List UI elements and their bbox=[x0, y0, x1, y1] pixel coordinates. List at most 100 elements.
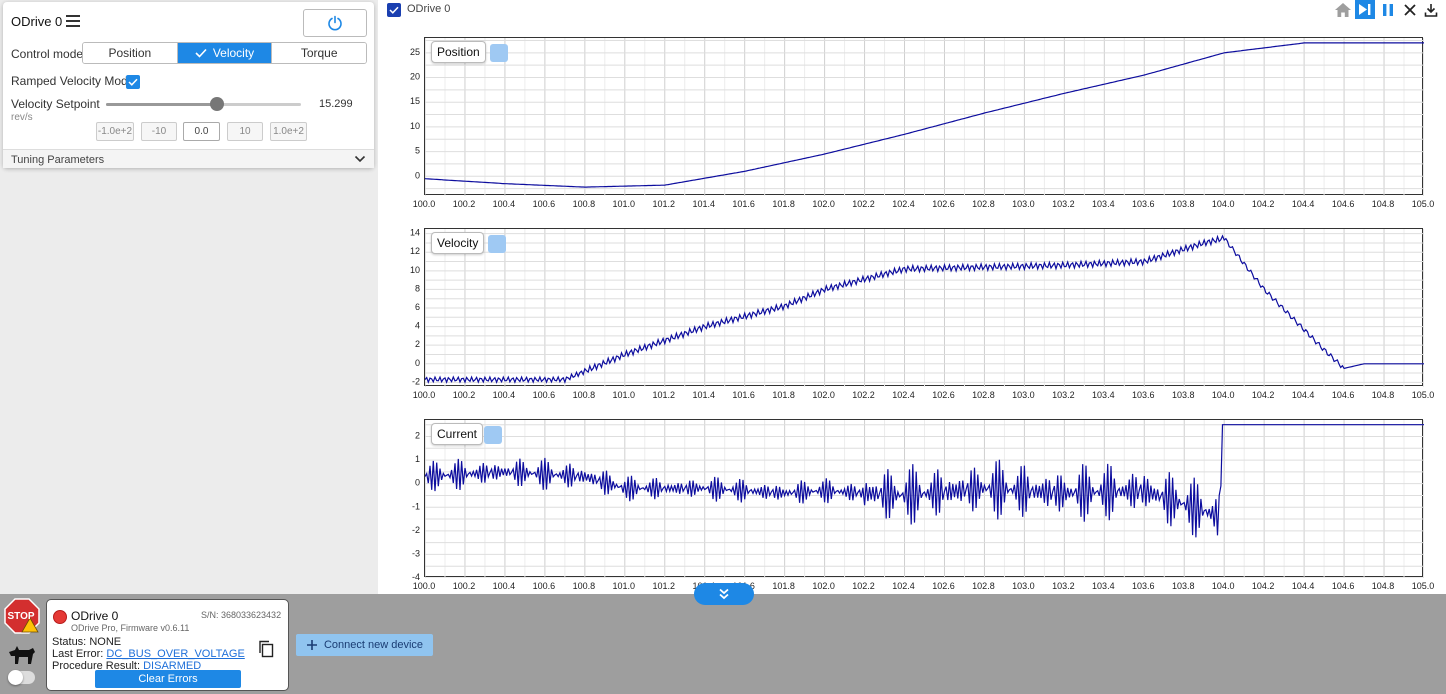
x-tick-label: 104.8 bbox=[1372, 581, 1395, 591]
y-tick-label: 14 bbox=[410, 228, 420, 238]
step-minus-10-button[interactable]: -10 bbox=[141, 122, 177, 141]
x-tick-label: 104.8 bbox=[1372, 390, 1395, 400]
velocity-chart-title: Velocity bbox=[431, 232, 485, 254]
power-button[interactable] bbox=[303, 9, 367, 37]
x-tick-label: 100.0 bbox=[413, 390, 436, 400]
x-tick-label: 103.2 bbox=[1052, 199, 1075, 209]
x-tick-label: 103.4 bbox=[1092, 199, 1115, 209]
plot-checkbox[interactable] bbox=[387, 3, 401, 17]
y-tick-label: 10 bbox=[410, 265, 420, 275]
autoscale-icon[interactable] bbox=[484, 426, 502, 444]
setpoint-label: Velocity Setpoint bbox=[11, 97, 100, 111]
stop-button[interactable]: STOP bbox=[4, 598, 40, 634]
double-chevron-down-icon bbox=[719, 588, 729, 600]
y-tick-label: -4 bbox=[412, 572, 420, 582]
x-tick-label: 101.8 bbox=[772, 581, 795, 591]
ramped-checkbox[interactable] bbox=[126, 75, 140, 89]
device-name: ODrive 0 bbox=[71, 609, 119, 623]
current-chart[interactable] bbox=[424, 419, 1424, 578]
power-icon bbox=[328, 15, 342, 31]
x-tick-label: 102.4 bbox=[892, 199, 915, 209]
control-mode-label: Control mode bbox=[11, 47, 84, 61]
step-plus-100-button[interactable]: 1.0e+2 bbox=[270, 122, 307, 141]
autoscale-icon[interactable] bbox=[490, 44, 508, 62]
x-tick-label: 102.2 bbox=[852, 390, 875, 400]
x-tick-label: 100.4 bbox=[493, 199, 516, 209]
device-card: ODrive 0 S/N: 368033623432 ODrive Pro, F… bbox=[46, 599, 289, 691]
collapse-panel-button[interactable] bbox=[694, 583, 754, 605]
copy-icon[interactable] bbox=[258, 640, 274, 661]
step-minus-100-button[interactable]: -1.0e+2 bbox=[96, 122, 134, 141]
x-tick-label: 105.0 bbox=[1412, 390, 1435, 400]
x-tick-label: 103.0 bbox=[1012, 390, 1035, 400]
x-tick-label: 100.2 bbox=[453, 581, 476, 591]
x-tick-label: 101.2 bbox=[652, 581, 675, 591]
x-tick-label: 101.0 bbox=[613, 390, 636, 400]
x-tick-label: 102.4 bbox=[892, 581, 915, 591]
setpoint-value: 15.299 bbox=[319, 98, 353, 110]
y-tick-label: 5 bbox=[415, 146, 420, 156]
x-tick-label: 100.0 bbox=[413, 581, 436, 591]
home-icon[interactable] bbox=[1333, 0, 1353, 19]
y-tick-label: 20 bbox=[410, 72, 420, 82]
menu-icon[interactable] bbox=[66, 15, 80, 27]
x-tick-label: 104.0 bbox=[1212, 199, 1235, 209]
svg-text:STOP: STOP bbox=[7, 611, 34, 622]
mode-torque-button[interactable]: Torque bbox=[272, 43, 366, 63]
close-icon[interactable] bbox=[1400, 0, 1420, 19]
slider-thumb[interactable] bbox=[210, 97, 225, 111]
x-tick-label: 102.0 bbox=[812, 199, 835, 209]
skip-end-icon[interactable] bbox=[1355, 0, 1375, 19]
grid bbox=[425, 420, 1424, 578]
download-icon[interactable] bbox=[1421, 0, 1441, 19]
y-tick-label: 0 bbox=[415, 358, 420, 368]
connect-device-button[interactable]: Connect new device bbox=[296, 634, 433, 656]
x-tick-label: 104.4 bbox=[1292, 390, 1315, 400]
tuning-parameters-toggle[interactable]: Tuning Parameters bbox=[3, 149, 374, 168]
x-tick-label: 103.0 bbox=[1012, 581, 1035, 591]
y-tick-label: 12 bbox=[410, 246, 420, 256]
position-chart[interactable] bbox=[424, 37, 1424, 196]
clear-errors-button[interactable]: Clear Errors bbox=[95, 670, 241, 688]
mode-velocity-button[interactable]: Velocity bbox=[177, 43, 273, 63]
x-tick-label: 103.6 bbox=[1132, 390, 1155, 400]
y-tick-label: 2 bbox=[415, 431, 420, 441]
theme-toggle[interactable] bbox=[8, 670, 35, 685]
y-tick-label: 0 bbox=[415, 170, 420, 180]
velocity-plot-svg bbox=[425, 229, 1424, 387]
x-tick-label: 101.0 bbox=[613, 199, 636, 209]
x-tick-label: 104.0 bbox=[1212, 581, 1235, 591]
y-tick-label: 6 bbox=[415, 302, 420, 312]
y-tick-label: -1 bbox=[412, 501, 420, 511]
step-plus-10-button[interactable]: 10 bbox=[227, 122, 263, 141]
y-tick-label: 8 bbox=[415, 283, 420, 293]
position-plot-svg bbox=[425, 38, 1424, 196]
step-zero-button[interactable]: 0.0 bbox=[183, 122, 220, 141]
pause-icon[interactable] bbox=[1378, 0, 1398, 19]
velocity-chart[interactable] bbox=[424, 228, 1424, 387]
mode-position-button[interactable]: Position bbox=[83, 43, 178, 63]
setpoint-slider[interactable] bbox=[106, 97, 301, 111]
x-tick-label: 102.0 bbox=[812, 390, 835, 400]
device-title: ODrive 0 bbox=[11, 14, 63, 29]
x-tick-label: 102.8 bbox=[972, 390, 995, 400]
slider-fill bbox=[106, 103, 218, 106]
last-error-link[interactable]: DC_BUS_OVER_VOLTAGE bbox=[106, 648, 244, 660]
x-tick-label: 104.8 bbox=[1372, 199, 1395, 209]
x-tick-label: 105.0 bbox=[1412, 199, 1435, 209]
x-tick-label: 100.6 bbox=[533, 390, 556, 400]
x-tick-label: 103.6 bbox=[1132, 199, 1155, 209]
plot-area: ODrive 0 Position Velocity Current 0 5 10 1… bbox=[378, 0, 1446, 594]
x-tick-label: 104.0 bbox=[1212, 390, 1235, 400]
x-tick-label: 102.4 bbox=[892, 390, 915, 400]
x-tick-label: 101.0 bbox=[613, 581, 636, 591]
x-tick-label: 103.8 bbox=[1172, 390, 1195, 400]
device-firmware: ODrive Pro, Firmware v0.6.11 bbox=[71, 623, 190, 633]
x-tick-label: 104.6 bbox=[1332, 199, 1355, 209]
y-tick-label: 10 bbox=[410, 121, 420, 131]
y-tick-label: -2 bbox=[412, 525, 420, 535]
x-tick-label: 100.8 bbox=[573, 199, 596, 209]
autoscale-icon[interactable] bbox=[488, 235, 506, 253]
x-tick-label: 103.6 bbox=[1132, 581, 1155, 591]
x-tick-label: 103.4 bbox=[1092, 390, 1115, 400]
